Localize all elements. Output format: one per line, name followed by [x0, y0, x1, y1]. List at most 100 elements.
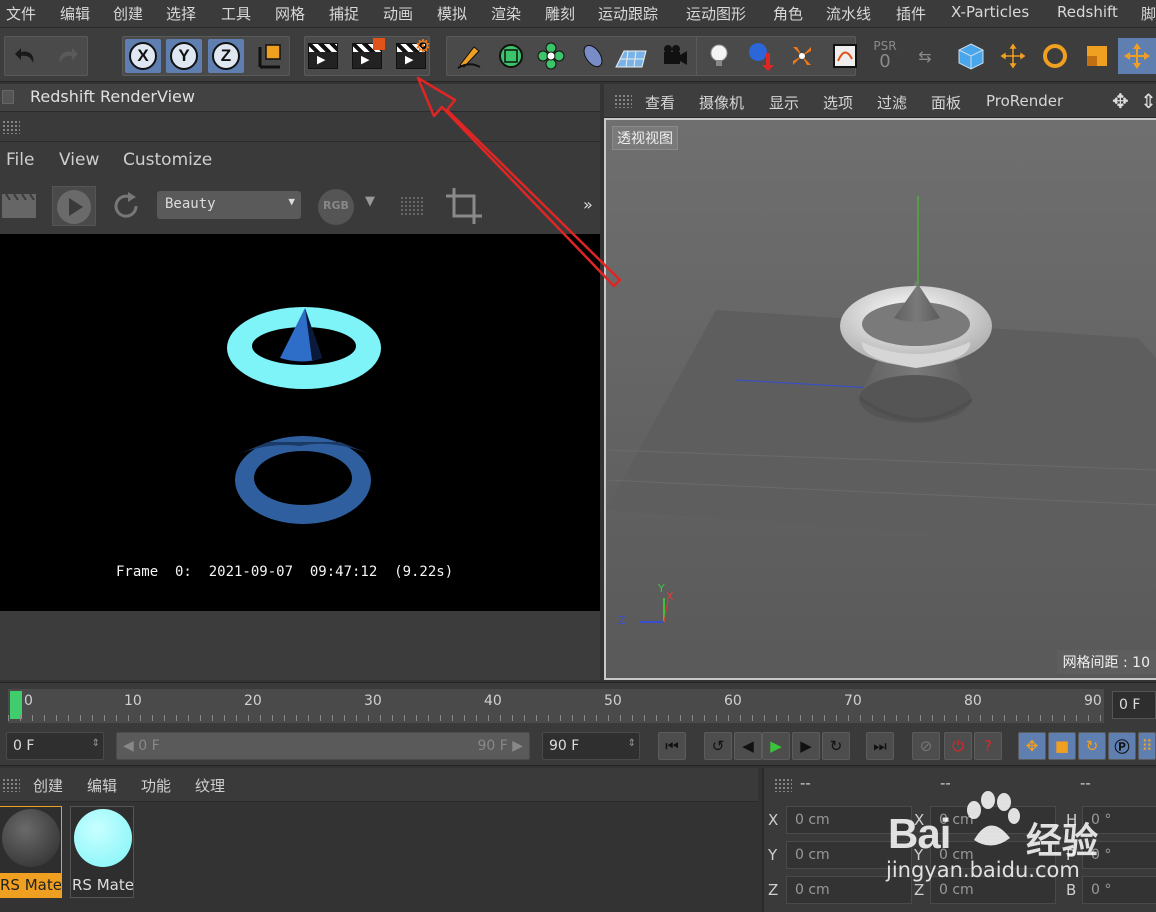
deformer-icon[interactable]: [574, 38, 612, 74]
current-frame-field[interactable]: 0 F: [1112, 691, 1156, 719]
record-disabled-icon[interactable]: ⊘: [912, 732, 940, 760]
render-output-view[interactable]: Frame 0: 2021-09-07 09:47:12 (9.22s): [0, 234, 600, 611]
menu-file[interactable]: 文件: [6, 3, 36, 24]
vp-menu-view[interactable]: 查看: [645, 92, 675, 113]
key-scale-icon[interactable]: ■: [1048, 732, 1076, 760]
subdivision-icon[interactable]: [492, 38, 530, 74]
render-settings-icon[interactable]: ⚙: [392, 36, 431, 74]
undo-icon[interactable]: [7, 38, 45, 74]
cloner-icon[interactable]: [532, 38, 570, 74]
keyframe-help-icon[interactable]: ?: [974, 732, 1002, 760]
menu-simulate[interactable]: 模拟: [437, 3, 467, 24]
scale-tool-icon[interactable]: [1078, 38, 1116, 74]
key-rotation-icon[interactable]: ↻: [1078, 732, 1106, 760]
menu-sculpt[interactable]: 雕刻: [545, 3, 575, 24]
menu-select[interactable]: 选择: [166, 3, 196, 24]
frame-range-slider[interactable]: ◀ 0 F 90 F ▶: [116, 732, 530, 760]
mat-menu-create[interactable]: 创建: [33, 775, 63, 796]
rgb-dropdown-icon[interactable]: ▼: [365, 194, 375, 209]
key-grid-icon[interactable]: ⠿: [1138, 732, 1156, 760]
go-to-end-icon[interactable]: ⏭: [866, 732, 894, 760]
key-parameter-icon[interactable]: Ⓟ: [1108, 732, 1136, 760]
viewport-name-label[interactable]: 透视视图: [612, 126, 678, 150]
coordinates-grip-icon[interactable]: [774, 778, 792, 792]
rgb-channel-button[interactable]: RGB: [318, 189, 354, 225]
previous-frame-icon[interactable]: ◀: [734, 732, 762, 760]
menu-render[interactable]: 渲染: [491, 3, 521, 24]
graph-editor-icon[interactable]: [826, 38, 864, 74]
mat-menu-texture[interactable]: 纹理: [195, 775, 225, 796]
menu-script[interactable]: 脚: [1141, 3, 1156, 24]
previous-key-icon[interactable]: ↺: [704, 732, 732, 760]
cube-object-icon[interactable]: [952, 38, 990, 74]
render-to-picture-viewer-icon[interactable]: [348, 38, 386, 74]
next-frame-icon[interactable]: ▶: [792, 732, 820, 760]
mat-menu-function[interactable]: 功能: [141, 775, 171, 796]
redo-icon[interactable]: [48, 38, 86, 74]
rs-menu-file[interactable]: File: [6, 150, 34, 170]
rotate-tool-icon[interactable]: [1036, 38, 1074, 74]
mat-menu-edit[interactable]: 编辑: [87, 775, 117, 796]
scene-object-icon[interactable]: [742, 38, 780, 74]
coordinate-system-icon[interactable]: [250, 38, 288, 74]
panel-grip-icon[interactable]: [2, 120, 20, 134]
menu-animate[interactable]: 动画: [383, 3, 413, 24]
x-axis-lock-button[interactable]: X: [125, 39, 161, 73]
y-axis-lock-button[interactable]: Y: [166, 39, 202, 73]
viewport-grip-icon[interactable]: [614, 94, 632, 108]
light-icon[interactable]: [700, 38, 738, 74]
panel-menu-icon[interactable]: [2, 90, 14, 104]
viewport-move-icon[interactable]: ✥: [1112, 89, 1129, 113]
menu-x-particles[interactable]: X-Particles: [951, 3, 1029, 21]
psr-button[interactable]: PSR 0: [866, 38, 904, 74]
menu-edit[interactable]: 编辑: [60, 3, 90, 24]
vp-menu-prorender[interactable]: ProRender: [986, 92, 1063, 110]
menu-redshift[interactable]: Redshift: [1057, 3, 1118, 21]
key-position-icon[interactable]: ✥: [1018, 732, 1046, 760]
move-tool-icon[interactable]: [994, 38, 1032, 74]
viewport-zoom-icon[interactable]: ⇕: [1140, 89, 1156, 113]
vp-menu-cameras[interactable]: 摄像机: [699, 92, 744, 113]
toolbar-overflow-icon[interactable]: »: [583, 195, 593, 214]
play-forward-icon[interactable]: ▶: [762, 732, 790, 760]
pen-tool-icon[interactable]: [450, 38, 488, 74]
end-frame-field[interactable]: 90 F ⇕: [542, 732, 640, 760]
rs-menu-view[interactable]: View: [59, 150, 99, 170]
clapper-icon[interactable]: [0, 190, 38, 224]
aov-select[interactable]: Beauty ▼: [157, 191, 301, 219]
crop-icon[interactable]: [444, 186, 484, 230]
menu-plugins[interactable]: 插件: [896, 3, 926, 24]
go-to-start-icon[interactable]: ⏮: [658, 732, 686, 760]
autokey-icon[interactable]: ⏻: [944, 732, 972, 760]
menu-motion-tracking[interactable]: 运动跟踪: [598, 3, 658, 24]
timeline-ruler[interactable]: 0 10 20 30 40 50 60 70 80 90: [8, 689, 1104, 723]
perspective-viewport[interactable]: Y X Z 透视视图 网格间距 : 10: [604, 118, 1156, 680]
vp-menu-display[interactable]: 显示: [769, 92, 799, 113]
material-item[interactable]: RS Material: [0, 806, 62, 898]
menu-mesh[interactable]: 网格: [275, 3, 305, 24]
rs-menu-customize[interactable]: Customize: [123, 150, 212, 170]
z-axis-lock-button[interactable]: Z: [208, 39, 244, 73]
render-start-button[interactable]: [52, 186, 96, 226]
camera-icon[interactable]: [656, 38, 694, 74]
next-key-icon[interactable]: ↻: [822, 732, 850, 760]
menu-mograph[interactable]: 运动图形: [686, 3, 746, 24]
floor-icon[interactable]: [612, 38, 650, 74]
menu-character[interactable]: 角色: [773, 3, 803, 24]
menu-snap[interactable]: 捕捉: [329, 3, 359, 24]
menu-tools[interactable]: 工具: [221, 3, 251, 24]
vp-menu-filter[interactable]: 过滤: [877, 92, 907, 113]
live-selection-icon[interactable]: [1118, 38, 1156, 74]
material-grip-icon[interactable]: [2, 778, 20, 792]
material-item[interactable]: RS Material: [70, 806, 134, 898]
render-view-icon[interactable]: [304, 38, 342, 74]
menu-pipeline[interactable]: 流水线: [826, 3, 871, 24]
grid-dots-icon[interactable]: [400, 196, 424, 216]
start-frame-field[interactable]: 0 F ⇕: [6, 732, 104, 760]
vp-menu-panel[interactable]: 面板: [931, 92, 961, 113]
axis-swap-icon[interactable]: ⇆: [906, 38, 944, 74]
explode-icon[interactable]: [783, 38, 821, 74]
refresh-icon[interactable]: [110, 190, 142, 226]
menu-create[interactable]: 创建: [113, 3, 143, 24]
vp-menu-options[interactable]: 选项: [823, 92, 853, 113]
